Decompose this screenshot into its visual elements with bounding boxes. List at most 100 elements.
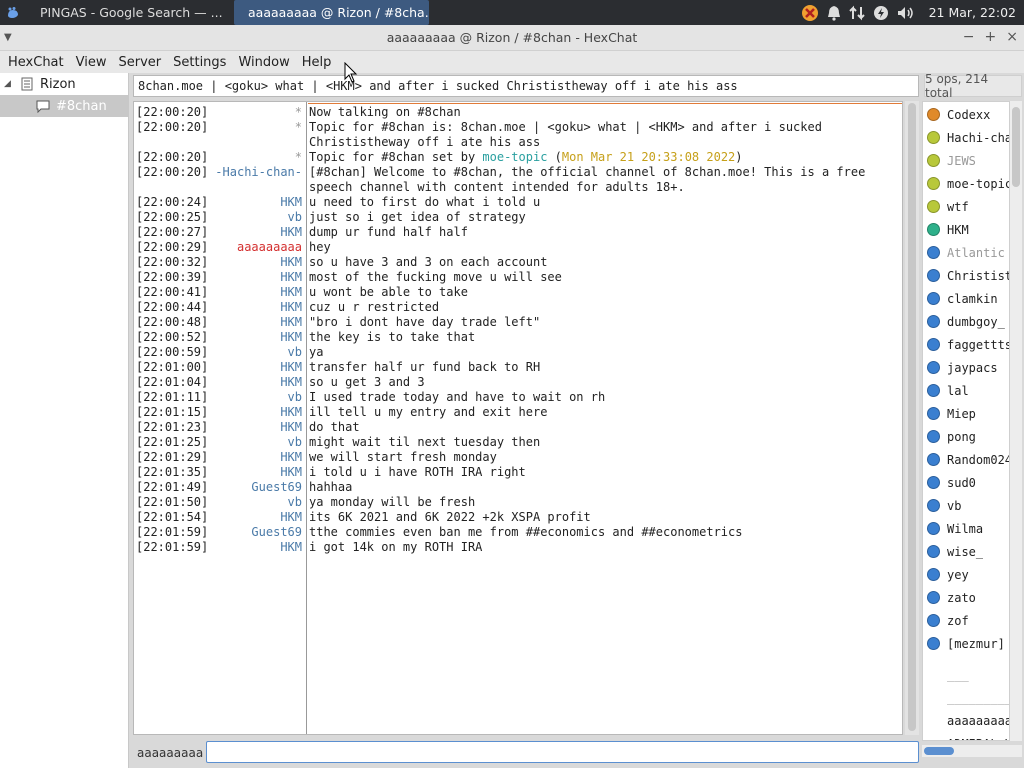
nick[interactable]: HKM [198,195,302,210]
user-list-item[interactable]: moe-topic [923,172,1009,195]
window-titlebar[interactable]: ▼ aaaaaaaaa @ Rizon / #8chan - HexChat −… [0,25,1024,51]
message-text: i got 14k on my ROTH IRA [309,540,899,555]
nick[interactable]: aaaaaaaaa [198,240,302,255]
nick[interactable]: HKM [198,300,302,315]
message-text: dump ur fund half half [309,225,899,240]
user-list-item[interactable]: wtf [923,195,1009,218]
user-nick: Random024 [947,452,1010,467]
user-list-item[interactable]: ___________ [923,686,1009,709]
window-menu-icon[interactable]: ▼ [4,32,12,43]
nick[interactable]: HKM [198,360,302,375]
nick[interactable]: -Hachi-chan- [198,165,302,180]
topic-entry[interactable]: 8chan.moe | <goku> what | <HKM> and afte… [133,75,919,97]
user-list-item[interactable]: wise_ [923,540,1009,563]
userlist-scrollbar[interactable] [1010,101,1022,741]
user-list-item[interactable]: Hachi-chan [923,126,1009,149]
nick[interactable]: HKM [198,255,302,270]
chat-line: [22:01:35] HKM i told u i have ROTH IRA ri… [134,465,902,480]
user-status-icon [927,154,940,167]
chat-view[interactable]: [22:00:20] * Now talking on #8chan [22:00:2… [133,101,903,735]
nick[interactable]: * [198,120,302,135]
nick[interactable]: Guest69 [198,480,302,495]
menu-settings[interactable]: Settings [167,55,232,70]
nick[interactable]: HKM [198,375,302,390]
task-firefox[interactable]: PINGAS - Google Search — ... [26,0,226,25]
user-list-item[interactable]: yey [923,563,1009,586]
maximize-icon[interactable]: + [985,29,997,45]
nick[interactable]: * [198,150,302,165]
user-list-item[interactable]: Atlantic [923,241,1009,264]
minimize-icon[interactable]: − [963,29,975,45]
scroll-thumb[interactable] [1012,107,1020,187]
user-list-item[interactable]: pong [923,425,1009,448]
user-list-item[interactable]: jaypacs [923,356,1009,379]
collapse-icon[interactable]: ◢ [4,79,14,89]
user-list-item[interactable]: lal [923,379,1009,402]
message-body: cuz u r restricted [309,300,440,314]
nick[interactable]: HKM [198,540,302,555]
network-icon[interactable] [848,5,865,21]
user-list-item[interactable]: Miep [923,402,1009,425]
nick[interactable]: HKM [198,285,302,300]
nick[interactable]: HKM [198,330,302,345]
user-list-item[interactable]: zof [923,609,1009,632]
message-body: just so i get idea of strategy [309,210,526,224]
tree-server-rizon[interactable]: ◢ Rizon [0,73,128,95]
user-list-item[interactable]: aaaaaaaaa [923,709,1009,732]
close-icon[interactable]: × [1006,29,1018,45]
nick[interactable]: HKM [198,270,302,285]
userlist-hscrollbar[interactable] [922,745,1022,757]
nick[interactable]: HKM [198,315,302,330]
menu-help[interactable]: Help [296,55,338,70]
volume-icon[interactable] [897,5,915,21]
nick-button[interactable]: aaaaaaaaa [137,744,203,762]
scroll-thumb[interactable] [924,747,954,755]
user-list-item[interactable]: faggettts [923,333,1009,356]
bell-icon[interactable] [827,5,841,21]
menu-hexchat[interactable]: HexChat [2,55,70,70]
nick[interactable]: HKM [198,465,302,480]
scroll-thumb[interactable] [908,103,916,731]
user-list-item[interactable]: [mezmur] [923,632,1009,655]
menu-view[interactable]: View [70,55,113,70]
nick[interactable]: vb [198,210,302,225]
user-list-item[interactable]: JEWS [923,149,1009,172]
message-input[interactable] [206,741,919,763]
xfce-mouse-icon [8,6,18,18]
nick[interactable]: Guest69 [198,525,302,540]
power-icon[interactable] [873,5,889,21]
user-list-item[interactable]: Wilma [923,517,1009,540]
nick[interactable]: vb [198,435,302,450]
nick[interactable]: HKM [198,510,302,525]
user-list-item[interactable]: ___ [923,663,1009,686]
menu-server[interactable]: Server [112,55,167,70]
menu-window[interactable]: Window [232,55,295,70]
user-list-item[interactable]: sud0 [923,471,1009,494]
task-hexchat[interactable]: aaaaaaaaa @ Rizon / #8cha... [234,0,429,25]
hexchat-tray-icon[interactable] [801,4,819,22]
user-list-item[interactable]: clamkin [923,287,1009,310]
user-list[interactable]: Codexx Hachi-chan JEWS moe-topic wtf HKM Atlan… [922,101,1010,741]
user-list-item[interactable]: vb [923,494,1009,517]
nick[interactable]: vb [198,495,302,510]
user-list-item[interactable]: HKM [923,218,1009,241]
nick[interactable]: HKM [198,450,302,465]
start-menu-button[interactable] [0,0,26,25]
message-body: we will start fresh monday [309,450,497,464]
tree-channel-8chan[interactable]: #8chan [0,95,128,117]
nick[interactable]: HKM [198,405,302,420]
nick[interactable]: vb [198,390,302,405]
user-nick: JEWS [947,153,976,168]
user-list-item[interactable]: Christist [923,264,1009,287]
user-list-item[interactable]: dumbgoy_ [923,310,1009,333]
user-list-item[interactable]: zato [923,586,1009,609]
user-list-item[interactable]: ADMIRAL_H [923,732,1009,741]
user-list-item[interactable]: Random024 [923,448,1010,471]
clock[interactable]: 21 Mar, 22:02 [929,5,1016,20]
nick[interactable]: HKM [198,225,302,240]
nick[interactable]: vb [198,345,302,360]
user-list-item[interactable]: Codexx [923,103,1009,126]
nick[interactable]: * [198,105,302,120]
nick[interactable]: HKM [198,420,302,435]
chat-scrollbar[interactable] [905,101,919,735]
